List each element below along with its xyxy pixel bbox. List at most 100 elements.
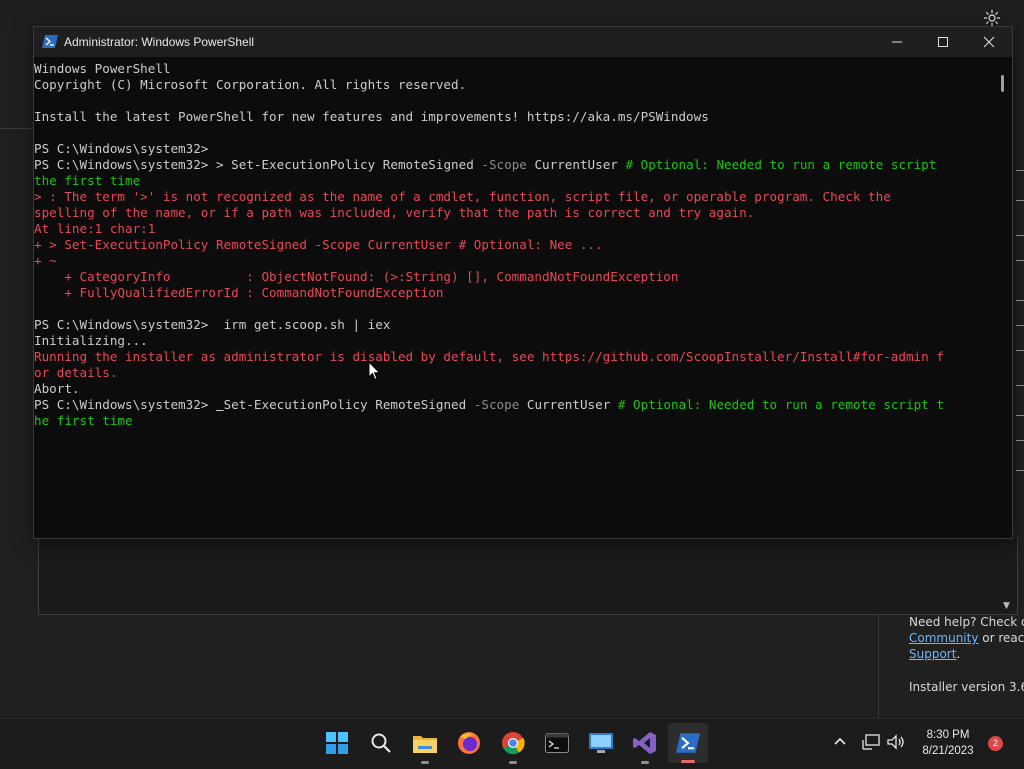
terminal-button[interactable] — [542, 728, 572, 758]
console-text: + ~ — [34, 253, 57, 268]
console-text: CurrentUser — [526, 397, 618, 412]
chevron-up-icon[interactable] — [832, 733, 848, 749]
gear-icon[interactable] — [983, 9, 1001, 27]
network-icon[interactable] — [862, 734, 880, 750]
installer-side-panel — [0, 128, 34, 709]
console-line: spelling of the name, or if a path was i… — [34, 205, 996, 221]
maximize-button[interactable] — [920, 27, 966, 57]
console-line: he first time — [34, 413, 996, 429]
visual-studio-button[interactable] — [630, 728, 660, 764]
installer-version-label: Installer version 3.6.21 — [909, 680, 1024, 694]
console-line: + CategoryInfo : ObjectNotFound: (>:Stri… — [34, 269, 996, 285]
folder-icon — [413, 736, 437, 753]
console-text: the first time — [34, 173, 141, 188]
console-text: spelling of the name, or if a path was i… — [34, 205, 755, 220]
support-link[interactable]: Support — [909, 647, 956, 661]
firefox-button[interactable] — [454, 728, 484, 758]
start-button[interactable] — [322, 728, 352, 758]
search-icon — [371, 733, 391, 753]
console-line: + ~ — [34, 253, 996, 269]
community-link[interactable]: Community — [909, 631, 978, 645]
console-text: Copyright (C) Microsoft Corporation. All… — [34, 77, 467, 92]
volume-icon[interactable] — [887, 734, 905, 750]
console-line: PS C:\Windows\system32> Set-ExecutionPol… — [34, 397, 996, 413]
console-line: Windows PowerShell — [34, 61, 996, 77]
console-line: Install the latest PowerShell for new fe… — [34, 109, 996, 125]
remote-desktop-button[interactable] — [586, 728, 616, 758]
console-text: iex — [367, 317, 391, 332]
console-line: Copyright (C) Microsoft Corporation. All… — [34, 77, 996, 93]
close-button[interactable] — [966, 27, 1012, 57]
console-text: he first time — [34, 413, 133, 428]
powershell-button[interactable] — [668, 723, 708, 763]
text-cursor — [216, 397, 224, 412]
window-title: Administrator: Windows PowerShell — [64, 35, 255, 49]
console-text: > : The term '>' is not recognized as th… — [34, 189, 891, 204]
console-text: -Scope — [481, 157, 535, 172]
console-output[interactable]: Windows PowerShell Copyright (C) Microsof… — [34, 57, 996, 537]
console-line: Initializing... — [34, 333, 996, 349]
notification-badge[interactable]: 2 — [988, 736, 1003, 751]
console-text: + > Set-ExecutionPolicy RemoteSigned -Sc… — [34, 237, 603, 252]
console-line: PS C:\Windows\system32> irm get.scoop.sh… — [34, 317, 996, 333]
windows-logo-icon — [326, 732, 348, 754]
visual-studio-icon — [633, 732, 656, 754]
minimize-button[interactable] — [874, 27, 920, 57]
help-middle: or reach u — [982, 631, 1024, 645]
console-text: + FullyQualifiedErrorId : CommandNotFoun… — [34, 285, 444, 300]
clock-time[interactable]: 8:30 PM — [912, 729, 984, 741]
powershell-icon — [42, 35, 58, 48]
chrome-button[interactable] — [498, 728, 528, 764]
firefox-icon — [458, 732, 480, 754]
close-icon — [983, 36, 995, 48]
console-line: PS C:\Windows\system32> > Set-ExecutionP… — [34, 157, 996, 173]
scroll-down-arrow-icon[interactable]: ▼ — [1003, 601, 1013, 611]
running-indicator — [509, 761, 517, 764]
console-text: + CategoryInfo : ObjectNotFound: (>:Stri… — [34, 269, 679, 284]
console-line: + > Set-ExecutionPolicy RemoteSigned -Sc… — [34, 237, 996, 253]
installer-partial-content — [1012, 150, 1024, 480]
file-explorer-button[interactable] — [410, 728, 440, 764]
console-text: | — [352, 317, 368, 332]
console-text: Running the installer as administrator i… — [34, 349, 944, 364]
running-indicator — [421, 761, 429, 764]
installer-title-bar — [0, 0, 1024, 28]
remote-desktop-icon — [589, 733, 613, 753]
console-text: # Optional: Needed to run a remote scrip… — [625, 157, 937, 172]
console-text: Install the latest PowerShell for new fe… — [34, 109, 709, 124]
console-text: PS C:\Windows\system32> — [34, 397, 216, 412]
console-text: PS C:\Windows\system32> — [34, 141, 209, 156]
console-line: Running the installer as administrator i… — [34, 349, 996, 365]
search-button[interactable] — [366, 728, 396, 758]
console-line: At line:1 char:1 — [34, 221, 996, 237]
console-text: At line:1 char:1 — [34, 221, 156, 236]
scrollbar-thumb[interactable] — [1001, 75, 1004, 92]
powershell-title-bar[interactable]: Administrator: Windows PowerShell — [34, 27, 1012, 57]
console-line: + FullyQualifiedErrorId : CommandNotFoun… — [34, 285, 996, 301]
console-scrollbar[interactable] — [996, 57, 1012, 537]
console-text: RemoteSigned — [382, 157, 482, 172]
console-line: Abort. — [34, 381, 996, 397]
active-indicator — [681, 760, 695, 763]
console-line: > : The term '>' is not recognized as th… — [34, 189, 996, 205]
chrome-icon — [502, 732, 525, 755]
console-text: or details. — [34, 365, 118, 380]
clock-date[interactable]: 8/21/2023 — [912, 745, 984, 757]
console-text: PS C:\Windows\system32> — [34, 157, 216, 172]
console-text: > Set-ExecutionPolicy — [215, 157, 383, 172]
console-text: irm — [215, 317, 254, 332]
console-text: # Optional: Needed to run a remote scrip… — [617, 397, 944, 412]
console-text: -Scope — [473, 397, 527, 412]
console-text: Windows PowerShell — [34, 61, 171, 76]
console-text: RemoteSigned — [375, 397, 474, 412]
console-text: Abort. — [34, 381, 80, 396]
console-line: the first time — [34, 173, 996, 189]
installer-log-pane[interactable] — [38, 536, 1018, 615]
console-text: get.scoop.sh — [253, 317, 353, 332]
console-text: Set-ExecutionPolicy — [223, 397, 376, 412]
mouse-pointer-icon — [368, 361, 381, 381]
help-period: . — [956, 647, 961, 661]
